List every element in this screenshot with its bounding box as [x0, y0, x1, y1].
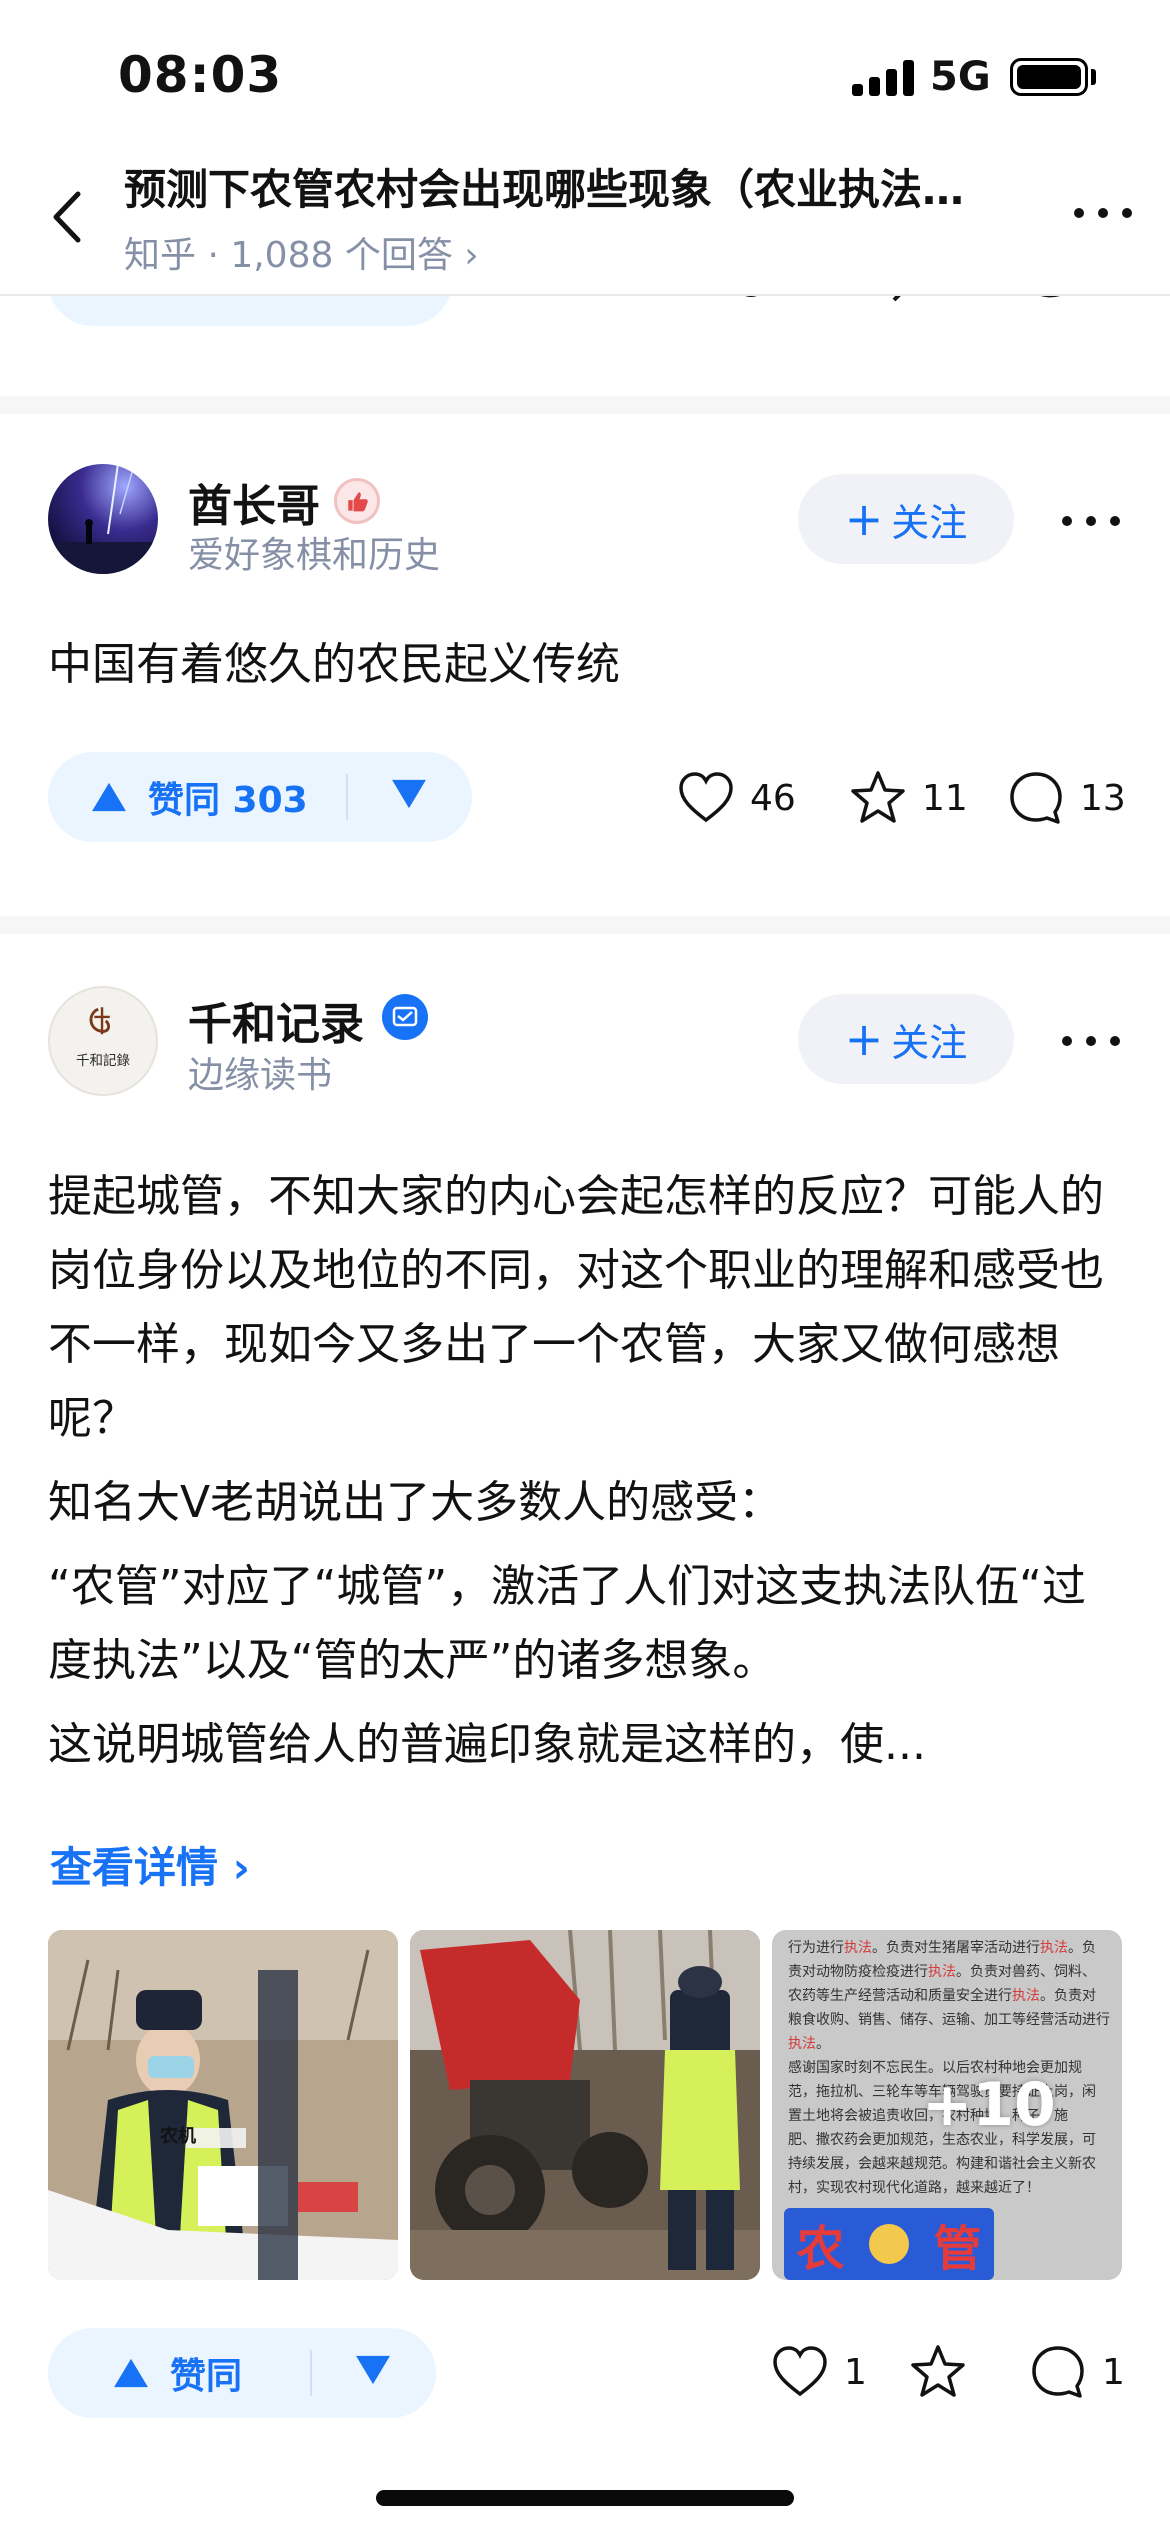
upvote-triangle-icon — [114, 2358, 148, 2388]
answer-more-button[interactable] — [1058, 1026, 1124, 1056]
answer-more-button[interactable] — [1058, 506, 1124, 536]
answer-content[interactable]: 中国有着悠久的农民起义传统 — [48, 628, 1122, 712]
vote-divider — [310, 2350, 312, 2396]
follow-label: 关注 — [891, 1020, 968, 1065]
follow-button[interactable]: + 关注 — [798, 474, 1014, 564]
question-title[interactable]: 预测下农管农村会出现哪些现象（农业执法）？ — [124, 156, 1004, 217]
see-more-link[interactable]: 查看详情 › — [50, 1834, 250, 1895]
previous-action-icons — [745, 296, 1060, 302]
comment-button[interactable]: 1 — [1028, 2342, 1125, 2402]
author-bio: 边缘读书 — [188, 1055, 333, 1096]
image-thumbnail[interactable]: 行为进行执法。负责对生猪屠宰活动进行执法。负 责对动物防疫检疫进行执法。负责对兽药… — [772, 1930, 1122, 2280]
favorite-count: 11 — [922, 777, 968, 819]
emblem-icon — [869, 2224, 909, 2264]
upvote-label: 赞同 — [170, 2356, 243, 2397]
comment-bubble-icon — [1010, 772, 1062, 824]
vote-pill: 赞同 — [48, 2328, 436, 2418]
document-line: 持续发展，会越来越规范。构建和谐社会主义新农 — [788, 2156, 1096, 2172]
star-icon — [851, 771, 905, 823]
status-time: 08:03 — [118, 46, 283, 104]
plus-icon: + — [844, 492, 884, 546]
document-line: 执法。 — [788, 2036, 830, 2052]
avatar[interactable] — [48, 464, 158, 574]
cellular-signal-icon — [852, 60, 914, 96]
previous-vote-pill[interactable] — [48, 296, 452, 326]
document-line: 村，实现农村现代化道路，越来越近了！ — [788, 2180, 1040, 2196]
question-meta-link[interactable]: 知乎 · 1,088 个回答 › — [124, 226, 479, 278]
author-name[interactable]: 酋长哥 — [188, 470, 320, 534]
favorite-button[interactable] — [908, 2342, 968, 2402]
document-line: 行为进行执法。负责对生猪屠宰活动进行执法。负 — [788, 1940, 1096, 1956]
answer-card: 酋长哥 爱好象棋和历史 + 关注 中国有着悠久的农民起义传统 赞同 303 46… — [0, 414, 1170, 916]
heart-icon — [773, 2346, 827, 2397]
follow-label: 关注 — [891, 500, 968, 545]
network-type: 5G — [930, 54, 991, 100]
back-button[interactable] — [40, 182, 100, 252]
status-bar: 08:03 5G — [0, 0, 1170, 150]
like-button[interactable]: 46 — [676, 768, 796, 828]
more-dots-icon — [1062, 1036, 1120, 1046]
answer-separator — [0, 916, 1170, 934]
more-images-count: +10 — [922, 2070, 1056, 2140]
image-thumbnail[interactable] — [410, 1930, 760, 2280]
content-paragraph: “农管”对应了“城管”，激活了人们对这支执法队伍“过度执法”以及“管的太严”的诸… — [48, 1561, 1086, 1686]
battery-icon — [1010, 58, 1088, 96]
author-name[interactable]: 千和记录 — [188, 988, 364, 1052]
vest-text: 农机 — [159, 2125, 196, 2147]
upvote-triangle-icon — [92, 782, 126, 812]
chevron-right-icon: › — [464, 235, 479, 276]
vote-divider — [346, 774, 348, 820]
answer-images: 农机 行为进行执法。负责对生猪屠宰活动进行执法。负 责对动物防疫检疫进行执法。负… — [48, 1930, 1122, 2280]
content-paragraph: 知名大V老胡说出了大多数人的感受： — [48, 1477, 783, 1528]
sign-char: 农 — [796, 2221, 845, 2277]
downvote-triangle-icon — [356, 2355, 390, 2385]
downvote-button[interactable] — [390, 778, 430, 816]
answer-separator — [0, 396, 1170, 414]
home-indicator — [376, 2490, 794, 2506]
avatar[interactable]: 千和記錄 — [48, 986, 158, 1096]
image-thumbnail[interactable]: 农机 — [48, 1930, 398, 2280]
answer-content[interactable]: 提起城管，不知大家的内心会起怎样的反应？可能人的岗位身份以及地位的不同，对这个职… — [48, 1160, 1122, 1792]
answer-card: 千和記錄 千和记录 边缘读书 + 关注 提起城管，不知大家的内心会起怎样的反应？… — [0, 934, 1170, 2494]
sign-char: 管 — [933, 2221, 982, 2277]
comment-count: 13 — [1080, 777, 1126, 819]
upvote-label: 赞同 303 — [148, 780, 308, 821]
author-bio: 爱好象棋和历史 — [188, 535, 441, 576]
question-meta: 知乎 · 1,088 个回答 — [124, 235, 453, 276]
previous-answer-footer — [0, 296, 1170, 396]
verified-badge-icon — [382, 994, 428, 1040]
downvote-triangle-icon — [392, 779, 426, 809]
upvote-button[interactable]: 赞同 303 — [90, 752, 308, 842]
follow-button[interactable]: + 关注 — [798, 994, 1014, 1084]
more-dots-icon — [1074, 208, 1132, 218]
content-paragraph: 中国有着悠久的农民起义传统 — [48, 639, 620, 690]
document-line: 粮食收购、销售、储存、运输、加工等经营活动进行 — [788, 2012, 1110, 2028]
like-button[interactable]: 1 — [770, 2342, 867, 2402]
comment-count: 1 — [1102, 2351, 1125, 2393]
content-paragraph: 这说明城管给人的普遍印象就是这样的，使... — [48, 1719, 926, 1770]
chevron-left-icon — [53, 191, 81, 243]
star-icon — [911, 2345, 965, 2397]
battery-tip — [1091, 69, 1096, 85]
thumbs-up-badge-icon — [334, 478, 380, 524]
upvote-button[interactable]: 赞同 — [112, 2328, 242, 2418]
plus-icon: + — [844, 1012, 884, 1066]
more-dots-icon — [1062, 516, 1120, 526]
avatar-text: 千和記錄 — [76, 1052, 130, 1069]
document-text: 行为进行执法。负责对生猪屠宰活动进行执法。负 责对动物防疫检疫进行执法。负责对兽药… — [788, 1936, 1112, 2200]
document-line: 农药等生产经营活动和质量安全进行执法。负责对 — [788, 1988, 1096, 2004]
content-paragraph: 提起城管，不知大家的内心会起怎样的反应？可能人的岗位身份以及地位的不同，对这个职… — [48, 1171, 1104, 1444]
like-count: 46 — [750, 777, 796, 819]
like-count: 1 — [844, 2351, 867, 2393]
vote-pill: 赞同 303 — [48, 752, 472, 842]
question-nav-bar: 预测下农管农村会出现哪些现象（农业执法）？ 知乎 · 1,088 个回答 › — [0, 150, 1170, 296]
nongguan-sign: 农 管 — [784, 2208, 994, 2280]
comment-button[interactable]: 13 — [1006, 768, 1126, 828]
downvote-button[interactable] — [354, 2354, 394, 2392]
comment-bubble-icon — [1032, 2346, 1084, 2398]
heart-icon — [679, 772, 733, 823]
favorite-button[interactable]: 11 — [848, 768, 968, 828]
more-options-button[interactable] — [1070, 198, 1136, 228]
document-line: 责对动物防疫检疫进行执法。负责对兽药、饲料、 — [788, 1964, 1096, 1980]
